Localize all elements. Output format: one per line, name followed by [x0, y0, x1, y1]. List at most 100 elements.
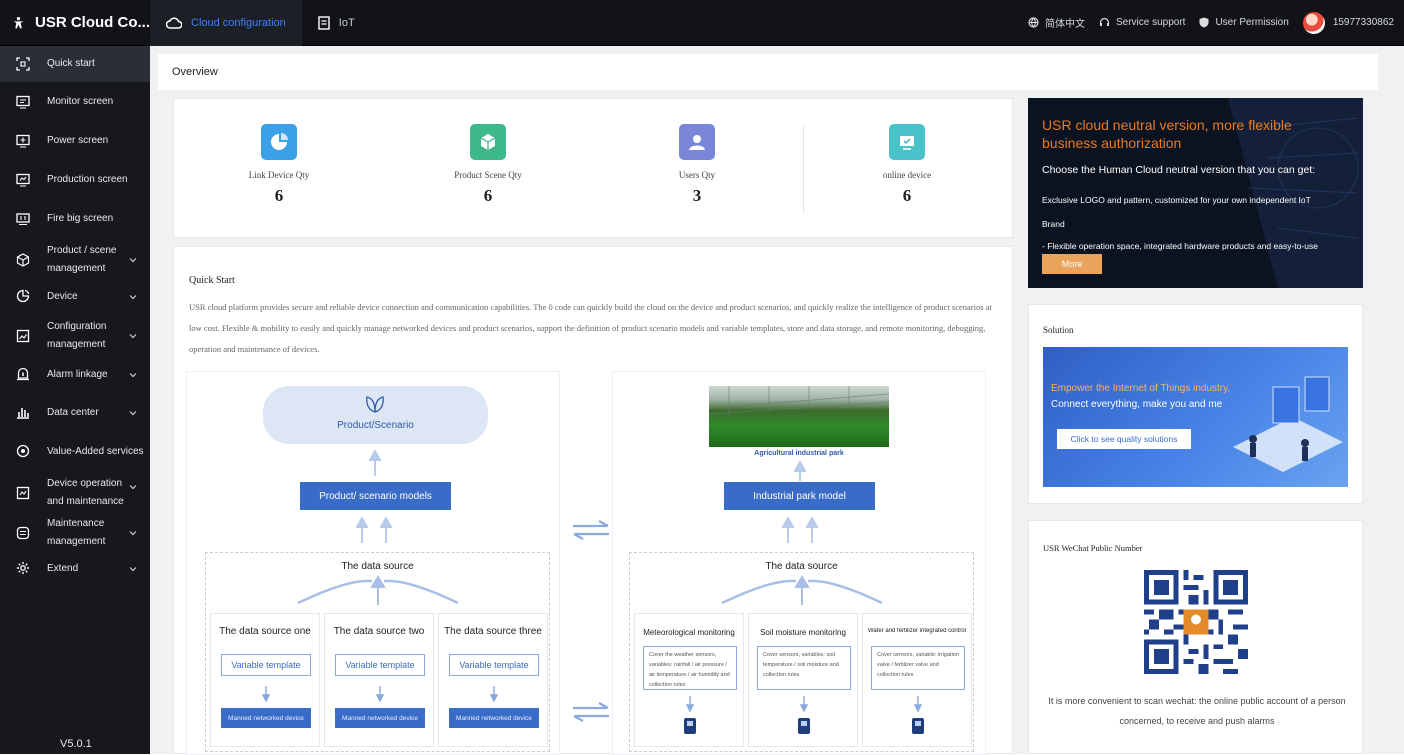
sidebar-item-label: Device: [47, 291, 78, 302]
arrow-up-icon: [380, 517, 392, 543]
quick-start-icon: [16, 57, 30, 71]
sidebar-item-alarm-linkage[interactable]: Alarm linkage: [0, 360, 150, 390]
cloud-icon: [166, 16, 182, 29]
sidebar-item-value-added-services[interactable]: Value-Added services: [0, 437, 150, 467]
wechat-panel: USR WeChat Public Number It is more conv…: [1028, 520, 1363, 754]
sidebar-item-quick-start[interactable]: Quick start: [0, 46, 150, 82]
sidebar-item-maintenance-management[interactable]: Maintenance management: [0, 513, 150, 553]
service-support-link[interactable]: Service support: [1099, 17, 1185, 28]
promo-banner[interactable]: USR cloud neutral version, more flexible…: [1028, 98, 1363, 288]
product-scenario-node: Product/Scenario: [263, 386, 488, 444]
arrow-down-icon: [490, 686, 498, 702]
stat-online-device[interactable]: online device 6: [842, 124, 972, 206]
networked-device-box: Manned networked device: [335, 708, 425, 728]
converging-arrows-icon: [297, 575, 459, 605]
tab-cloud-configuration[interactable]: Cloud configuration: [150, 0, 302, 46]
language-switch[interactable]: 简体中文: [1028, 15, 1085, 30]
pie-chart-icon: [261, 124, 297, 160]
gear-icon: [17, 562, 29, 574]
arrow-up-icon: [782, 517, 794, 543]
power-screen-icon: [16, 134, 30, 148]
shield-icon: [1199, 17, 1209, 28]
leaf-icon: [366, 396, 384, 413]
quality-solutions-button[interactable]: Click to see quality solutions: [1057, 429, 1191, 449]
product-scenario-label: Product/Scenario: [337, 420, 414, 431]
sidebar-item-extend[interactable]: Extend: [0, 554, 150, 584]
alarm-icon: [17, 367, 29, 381]
cube-icon: [470, 124, 506, 160]
solution-banner[interactable]: Empower the Internet of Things industry,…: [1043, 347, 1348, 487]
user-icon: [679, 124, 715, 160]
divider: [803, 125, 804, 213]
sidebar-item-label: Configuration management: [47, 321, 107, 350]
product-model-label: Product/ scenario models: [319, 490, 432, 502]
exchange-arrows-icon: [573, 520, 609, 540]
tab-iot[interactable]: IoT: [302, 0, 371, 46]
logo[interactable]: USR Cloud Co...: [0, 0, 150, 46]
sidebar-item-monitor-screen[interactable]: Monitor screen: [0, 84, 150, 120]
product-flow-diagram: Product/Scenario Product/ scenario model…: [186, 371, 560, 755]
maintenance-icon: [16, 486, 30, 500]
user-permission-label: User Permission: [1215, 17, 1289, 28]
chevron-down-icon: [129, 567, 137, 572]
sidebar-item-production-screen[interactable]: Production screen: [0, 162, 150, 198]
data-source-title: The data source one: [219, 626, 311, 637]
sidebar-item-label: Alarm linkage: [47, 369, 108, 380]
variable-template-box: Variable template: [335, 654, 425, 676]
wechat-title: USR WeChat Public Number: [1043, 543, 1143, 553]
arrow-up-icon: [794, 461, 806, 481]
data-source-title: Water and fertilizer integrated control: [867, 628, 967, 634]
sensor-icon: [684, 718, 696, 734]
sidebar: Quick start Monitor screen Power screen …: [0, 46, 150, 754]
main-content: Overview Link Device Qty 6 Product Scene…: [150, 46, 1404, 755]
data-source-two: The data source two Variable template Ma…: [324, 613, 434, 747]
arrow-up-icon: [369, 450, 381, 476]
user-permission-link[interactable]: User Permission: [1199, 17, 1289, 28]
top-bar: USR Cloud Co... Cloud configuration IoT …: [0, 0, 1404, 46]
chevron-down-icon: [129, 258, 137, 263]
tab-label: IoT: [338, 16, 355, 29]
tab-label: Cloud configuration: [191, 16, 286, 29]
soil-moisture-monitoring: Soil moisture monitoring Cover sensors, …: [748, 613, 858, 747]
avatar: [1302, 11, 1325, 34]
sidebar-item-configuration-management[interactable]: Configuration management: [0, 316, 150, 356]
park-model-label: Industrial park model: [753, 490, 846, 502]
collection-rules-box: Cover the weather sensors, variables: ra…: [643, 646, 737, 690]
cube-icon: [16, 253, 30, 267]
sidebar-item-label: Monitor screen: [47, 96, 114, 107]
sidebar-item-product-scene-management[interactable]: Product / scene management: [0, 240, 150, 280]
sidebar-item-fire-big-screen[interactable]: Fire big screen: [0, 201, 150, 237]
arrow-down-icon: [262, 686, 270, 702]
isometric-illustration: [1233, 376, 1343, 472]
sidebar-item-data-center[interactable]: Data center: [0, 398, 150, 428]
stat-value: 6: [902, 186, 912, 205]
sidebar-item-device[interactable]: Device: [0, 282, 150, 312]
promo-line: Brand: [1042, 219, 1065, 229]
account-menu[interactable]: 15977330862: [1302, 11, 1394, 34]
sensor-icon: [912, 718, 924, 734]
promo-line: Exclusive LOGO and pattern, customized f…: [1042, 195, 1311, 205]
stat-value: 3: [692, 186, 702, 205]
park-caption: Agricultural industrial park: [754, 450, 844, 457]
stats-panel: Link Device Qty 6 Product Scene Qty 6 Us…: [173, 98, 1013, 238]
sidebar-item-power-screen[interactable]: Power screen: [0, 123, 150, 159]
park-flow-diagram: Agricultural industrial park Industrial …: [612, 371, 986, 755]
sidebar-item-device-operation-and-maintenance[interactable]: Device operation and maintenance: [0, 473, 150, 513]
chevron-down-icon: [129, 295, 137, 300]
stat-product-scene[interactable]: Product Scene Qty 6: [423, 124, 553, 206]
arrow-down-icon: [376, 686, 384, 702]
meteorological-monitoring: Meteorological monitoring Cover the weat…: [634, 613, 744, 747]
exchange-arrows-icon: [573, 702, 609, 722]
stat-users[interactable]: Users Qty 3: [632, 124, 762, 206]
quick-start-panel: Quick Start USR cloud platform provides …: [173, 246, 1013, 755]
headset-icon: [1099, 17, 1110, 26]
collection-rules-box: Cover sensors, variable: irrigation valv…: [871, 646, 965, 690]
arrow-up-icon: [806, 517, 818, 543]
more-button[interactable]: More: [1042, 254, 1102, 274]
sidebar-item-label: Quick start: [47, 58, 95, 69]
production-screen-icon: [16, 173, 30, 187]
stat-link-device[interactable]: Link Device Qty 6: [214, 124, 344, 206]
solution-line: Connect everything, make you and me: [1051, 399, 1223, 410]
greenhouse-image: [709, 386, 889, 447]
fire-screen-icon: [16, 213, 30, 226]
